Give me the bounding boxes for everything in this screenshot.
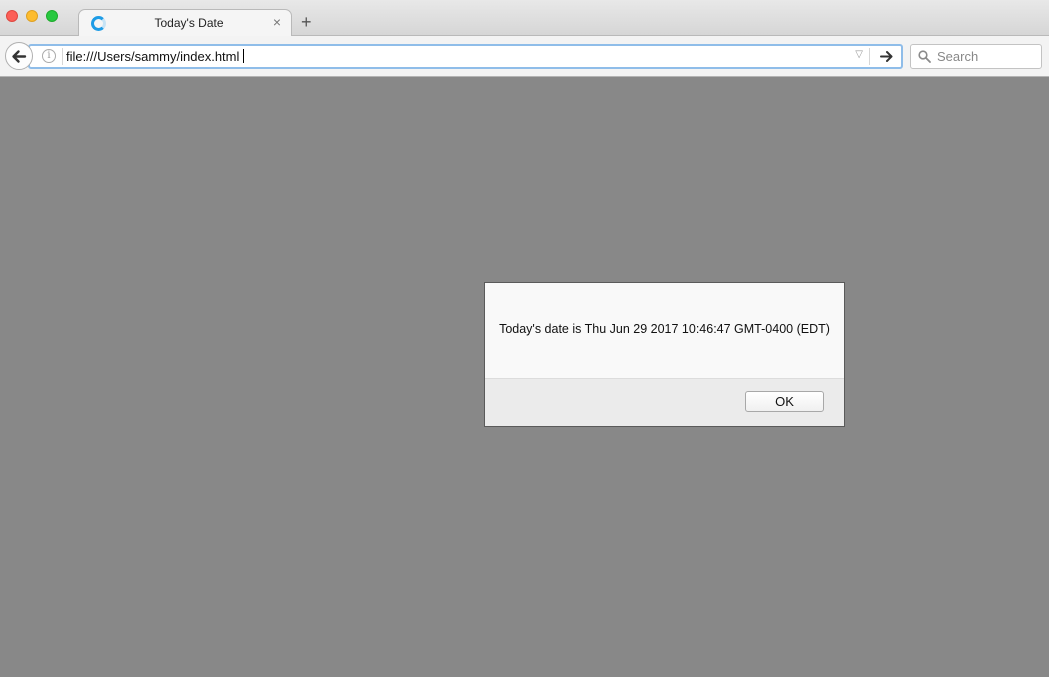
search-icon: [918, 50, 931, 63]
alert-dialog: Today's date is Thu Jun 29 2017 10:46:47…: [484, 282, 845, 427]
alert-footer: OK: [485, 378, 844, 426]
window-maximize-button[interactable]: [46, 10, 58, 22]
text-caret: [243, 49, 244, 63]
search-input[interactable]: [937, 48, 1037, 65]
new-tab-button[interactable]: +: [301, 12, 312, 32]
window-close-button[interactable]: [6, 10, 18, 22]
back-arrow-icon: [12, 50, 27, 63]
search-bar[interactable]: [910, 44, 1042, 69]
info-icon[interactable]: i: [42, 49, 56, 63]
tab-todays-date[interactable]: Today's Date ×: [78, 9, 292, 37]
go-button[interactable]: [878, 48, 896, 65]
url-input[interactable]: [66, 47, 826, 66]
browser-window: Today's Date × + i ▽: [0, 0, 1049, 677]
tab-title: Today's Date: [154, 16, 224, 30]
url-history-dropdown-icon[interactable]: ▽: [855, 49, 863, 60]
url-separator: [62, 48, 63, 65]
tab-close-icon[interactable]: ×: [273, 14, 281, 30]
forward-arrow-icon: [880, 51, 893, 62]
ok-button[interactable]: OK: [745, 391, 824, 412]
url-go-separator: [869, 48, 870, 65]
alert-message: Today's date is Thu Jun 29 2017 10:46:47…: [499, 322, 830, 336]
navigation-toolbar: i ▽: [0, 36, 1049, 77]
url-bar[interactable]: i ▽: [28, 44, 903, 69]
loading-favicon-icon: [91, 16, 106, 31]
window-minimize-button[interactable]: [26, 10, 38, 22]
tab-bar: Today's Date × +: [0, 0, 1049, 37]
back-button[interactable]: [5, 42, 33, 70]
